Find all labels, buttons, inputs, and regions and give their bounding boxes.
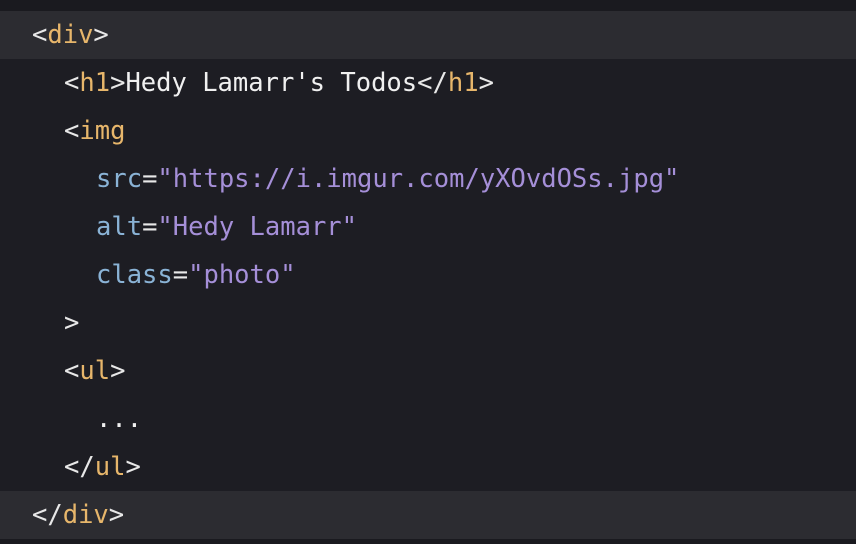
code-punctuation: <: [64, 68, 80, 98]
code-line[interactable]: class="photo": [0, 251, 856, 299]
code-punctuation: <: [64, 116, 80, 146]
code-tag-name: img: [79, 116, 126, 146]
code-punctuation: >: [93, 20, 109, 50]
code-punctuation: <: [32, 20, 48, 50]
code-line-content: <h1>Hedy Lamarr's Todos</h1>: [64, 59, 494, 107]
code-line-content: <img: [64, 107, 125, 155]
code-punctuation: >: [110, 356, 126, 386]
code-line-content: </div>: [32, 491, 124, 539]
code-line[interactable]: <ul>: [0, 347, 856, 395]
code-line-content: ...: [96, 395, 142, 443]
code-punctuation: </: [417, 68, 448, 98]
code-editor[interactable]: <div> <h1>Hedy Lamarr's Todos</h1> <img src…: [0, 11, 856, 539]
code-line-content: <ul>: [64, 347, 125, 395]
code-punctuation: >: [108, 500, 125, 530]
code-line[interactable]: src="https://i.imgur.com/yXOvdOSs.jpg": [0, 155, 856, 203]
code-tag-name: ul: [79, 356, 111, 386]
code-line-content: class="photo": [96, 251, 296, 299]
code-line-content: </ul>: [64, 443, 141, 491]
code-tag-name: h1: [79, 68, 111, 98]
code-tag-name: ul: [94, 452, 126, 482]
code-punctuation: =: [142, 164, 158, 194]
code-punctuation: >: [125, 452, 141, 482]
code-attribute-name: src: [96, 164, 143, 194]
code-punctuation: <: [64, 356, 80, 386]
editor-bottom-edge: [0, 539, 856, 544]
code-line[interactable]: ...: [0, 395, 856, 443]
code-punctuation: >: [64, 308, 80, 338]
code-attribute-value: "photo": [188, 260, 296, 290]
code-line-content: <div>: [32, 11, 109, 59]
code-text: ...: [96, 404, 143, 434]
code-punctuation: =: [142, 212, 158, 242]
code-line-highlighted[interactable]: </div>: [0, 491, 856, 539]
code-line[interactable]: >: [0, 299, 856, 347]
code-attribute-name: class: [96, 260, 173, 290]
code-punctuation: =: [172, 260, 189, 290]
code-line[interactable]: alt="Hedy Lamarr": [0, 203, 856, 251]
code-line-content: src="https://i.imgur.com/yXOvdOSs.jpg": [96, 155, 679, 203]
code-tag-name: h1: [447, 68, 479, 98]
code-attribute-name: alt: [96, 212, 143, 242]
code-punctuation: </: [64, 452, 95, 482]
code-text: Hedy Lamarr's Todos: [125, 68, 418, 98]
code-line[interactable]: <h1>Hedy Lamarr's Todos</h1>: [0, 59, 856, 107]
code-punctuation: </: [32, 500, 63, 530]
editor-top-edge: [0, 0, 856, 11]
code-tag-name: div: [47, 20, 94, 50]
code-attribute-value: "https://i.imgur.com/yXOvdOSs.jpg": [157, 164, 680, 194]
code-line-highlighted[interactable]: <div>: [0, 11, 856, 59]
code-line-content: alt="Hedy Lamarr": [96, 203, 357, 251]
code-tag-name: div: [62, 500, 109, 530]
code-punctuation: >: [110, 68, 126, 98]
code-attribute-value: "Hedy Lamarr": [157, 212, 358, 242]
code-line[interactable]: </ul>: [0, 443, 856, 491]
code-punctuation: >: [478, 68, 494, 98]
code-line-content: >: [64, 299, 79, 347]
code-line[interactable]: <img: [0, 107, 856, 155]
